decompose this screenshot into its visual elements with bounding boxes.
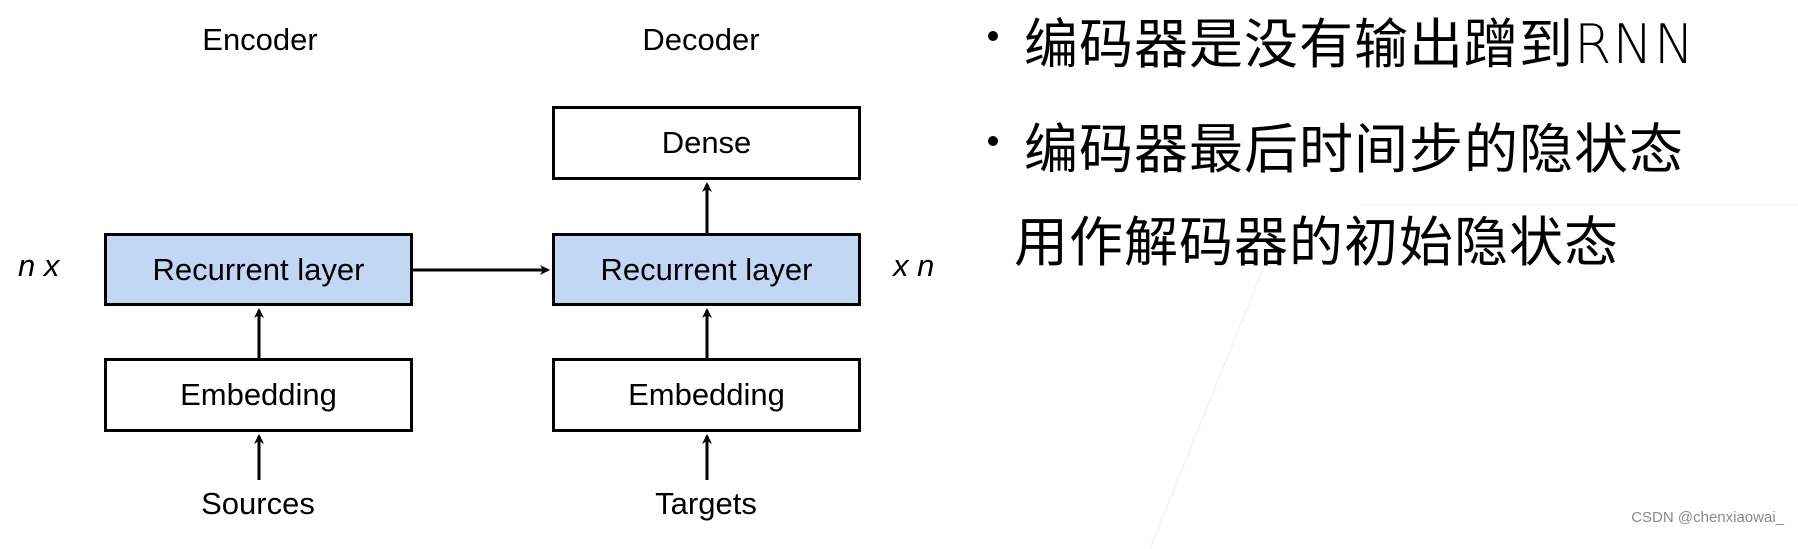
bullet-item: 编码器最后时间步的隐状态 — [988, 105, 1684, 184]
bullet-continuation: 用作解码器的初始隐状态 — [1014, 211, 1619, 274]
bullet-dot-icon — [988, 31, 998, 42]
bullet-text: 编码器最后时间步的隐状态 — [1024, 118, 1684, 181]
bullet-item: 编码器是没有输出蹭到RNN — [988, 0, 1695, 79]
bullet-text: 编码器是没有输出蹭到RNN — [1024, 13, 1696, 76]
watermark: CSDN @chenxiaowai_ — [1631, 509, 1784, 526]
bullet-dot-icon — [988, 136, 998, 147]
